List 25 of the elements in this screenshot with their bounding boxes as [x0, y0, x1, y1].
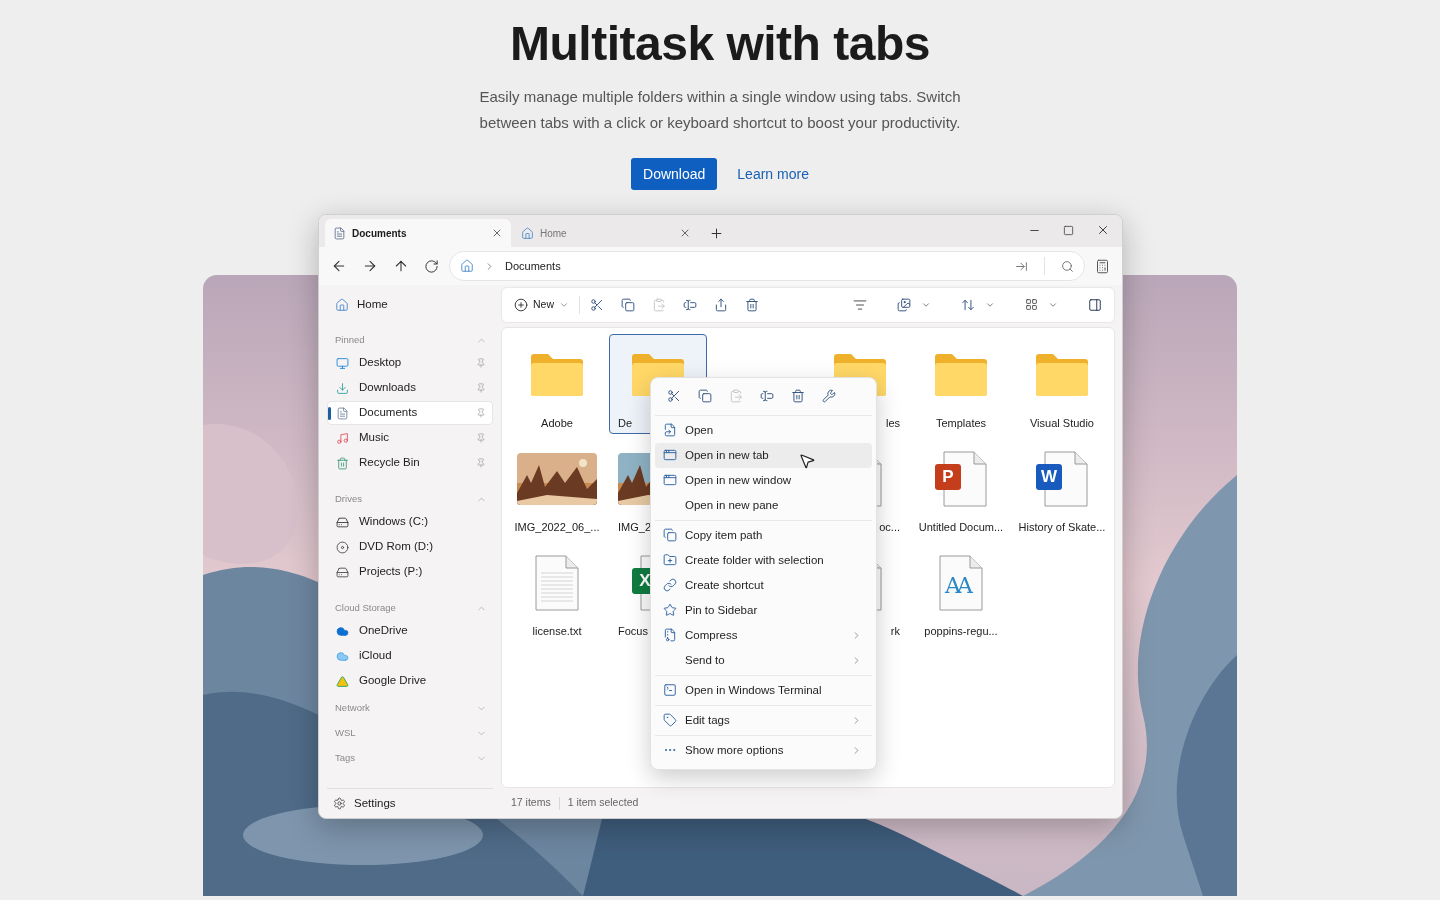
new-tab-icon[interactable]	[709, 225, 724, 241]
tab[interactable]: Home	[513, 219, 699, 247]
tab-label: Home	[540, 226, 568, 241]
back-icon[interactable]	[331, 258, 347, 274]
search-icon[interactable]	[1061, 259, 1074, 273]
breadcrumb[interactable]: Documents	[505, 257, 561, 275]
maximize-icon[interactable]	[1063, 224, 1074, 236]
refresh-icon[interactable]	[424, 258, 439, 274]
close-icon[interactable]	[679, 227, 691, 239]
close-icon[interactable]	[491, 227, 503, 239]
learn-more-link[interactable]: Learn more	[737, 163, 809, 185]
close-icon[interactable]	[1096, 223, 1110, 237]
home-icon	[521, 226, 534, 240]
home-icon	[460, 259, 474, 273]
download-button[interactable]: Download	[631, 158, 718, 190]
page-subtitle: Easily manage multiple folders within a single window using tabs. Switch between tabs with a click or keyboard shortcut to boost your productivity.	[478, 87, 962, 133]
up-icon[interactable]	[393, 258, 409, 274]
page-title: Multitask with tabs	[510, 16, 930, 72]
address-bar[interactable]: Documents	[449, 251, 1085, 281]
tab-label: Documents	[352, 226, 408, 241]
calculator-icon[interactable]	[1095, 258, 1110, 274]
document-icon	[333, 226, 346, 240]
tab[interactable]: Documents	[325, 219, 511, 247]
forward-icon[interactable]	[362, 258, 378, 274]
collapse-icon[interactable]	[1015, 259, 1028, 273]
